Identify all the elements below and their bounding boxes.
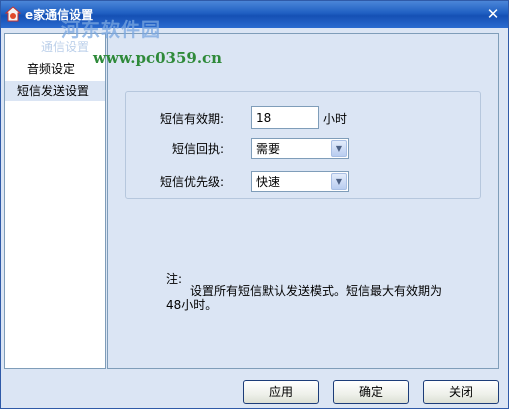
validity-input[interactable] [251,106,319,129]
validity-label: 短信有效期: [160,112,225,126]
chevron-down-icon[interactable]: ▼ [331,140,347,157]
title-bar[interactable]: e家通信设置 ✕ [1,1,508,28]
settings-dialog: e家通信设置 ✕ 通信设置 音频设定 短信发送设置 短信有效期: 小时 短信回执… [0,0,509,409]
note-text: 设置所有短信默认发送模式。短信最大有效期为48小时。 [166,284,443,312]
priority-value: 快速 [256,175,281,189]
receipt-label: 短信回执: [172,142,225,156]
sidebar-item-sms-send[interactable]: 短信发送设置 [5,81,105,101]
receipt-value: 需要 [256,142,281,156]
window-title: e家通信设置 [25,8,94,22]
validity-unit: 小时 [323,112,348,126]
settings-nav: 通信设置 音频设定 短信发送设置 [4,33,106,369]
ok-button[interactable]: 确定 [333,380,409,404]
priority-select[interactable]: 快速 ▼ [251,171,349,192]
receipt-select[interactable]: 需要 ▼ [251,138,349,159]
settings-panel: 短信有效期: 小时 短信回执: 需要 ▼ 短信优先级: 快速 ▼ 注: 设置所有… [107,33,499,369]
close-button[interactable]: 关闭 [423,380,499,404]
apply-button[interactable]: 应用 [243,380,319,404]
priority-label: 短信优先级: [160,175,225,189]
close-icon[interactable]: ✕ [484,5,502,23]
chevron-down-icon[interactable]: ▼ [331,173,347,190]
app-logo-icon [5,6,21,22]
